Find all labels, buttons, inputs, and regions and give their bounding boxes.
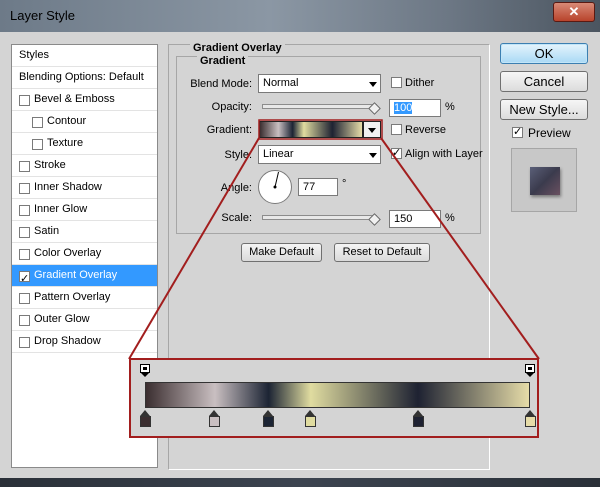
group-title: Gradient: [197, 55, 249, 67]
styles-item-pattern-overlay[interactable]: Pattern Overlay: [12, 287, 157, 309]
preview-checkbox[interactable]: [512, 125, 523, 138]
styles-item-label: Styles: [19, 49, 49, 61]
style-checkbox[interactable]: [19, 269, 30, 290]
style-select[interactable]: Linear: [258, 145, 381, 164]
style-checkbox[interactable]: [19, 249, 30, 260]
color-stop[interactable]: [208, 410, 220, 428]
gradient-dropdown-button[interactable]: [363, 121, 381, 138]
styles-item-label: Stroke: [34, 159, 66, 171]
chevron-down-icon: [369, 153, 377, 158]
style-value: Linear: [263, 148, 294, 160]
styles-item-inner-glow[interactable]: Inner Glow: [12, 199, 157, 221]
style-checkbox[interactable]: [19, 95, 30, 106]
style-label: Style:: [224, 149, 252, 161]
style-checkbox[interactable]: [19, 293, 30, 304]
gradient-editor: [129, 358, 539, 438]
make-default-button[interactable]: Make Default: [241, 243, 322, 262]
style-checkbox[interactable]: [19, 227, 30, 238]
style-checkbox[interactable]: [19, 183, 30, 194]
styles-item-label: Outer Glow: [34, 313, 90, 325]
align-with-layer-checkbox[interactable]: [391, 146, 402, 159]
opacity-stop[interactable]: [525, 364, 535, 377]
opacity-stop[interactable]: [140, 364, 150, 377]
preview-thumbnail: [511, 148, 577, 212]
styles-item-bevel-emboss[interactable]: Bevel & Emboss: [12, 89, 157, 111]
styles-item-label: Bevel & Emboss: [34, 93, 115, 105]
ok-button[interactable]: OK: [500, 43, 588, 64]
color-stop[interactable]: [412, 410, 424, 428]
close-button[interactable]: ✕: [553, 2, 595, 22]
dither-label: Dither: [405, 77, 435, 89]
styles-item-contour[interactable]: Contour: [12, 111, 157, 133]
styles-item-label: Pattern Overlay: [34, 291, 111, 303]
reverse-checkbox[interactable]: [391, 124, 402, 135]
style-checkbox[interactable]: [19, 315, 30, 326]
angle-dial[interactable]: [258, 170, 292, 204]
align-with-layer-label: Align with Layer: [405, 148, 483, 160]
styles-item-label: Gradient Overlay: [34, 269, 118, 281]
blend-mode-label: Blend Mode:: [190, 78, 252, 90]
gradient-bar[interactable]: [145, 382, 530, 408]
angle-unit: °: [342, 178, 347, 190]
window-bottom-edge: [0, 478, 600, 487]
styles-item-inner-shadow[interactable]: Inner Shadow: [12, 177, 157, 199]
reset-to-default-button[interactable]: Reset to Default: [334, 243, 430, 262]
style-checkbox[interactable]: [19, 205, 30, 216]
styles-item-label: Contour: [47, 115, 87, 127]
blend-mode-value: Normal: [263, 77, 299, 89]
angle-input[interactable]: 77: [298, 178, 338, 196]
chevron-down-icon: [369, 82, 377, 87]
opacity-input[interactable]: 100: [389, 99, 441, 117]
scale-input[interactable]: 150: [389, 210, 441, 228]
styles-item-satin[interactable]: Satin: [12, 221, 157, 243]
new-style-button[interactable]: New Style...: [500, 99, 588, 120]
opacity-unit: %: [445, 101, 455, 113]
styles-item-label: Drop Shadow: [34, 335, 101, 347]
styles-item-drop-shadow[interactable]: Drop Shadow: [12, 331, 157, 353]
reverse-label: Reverse: [405, 124, 446, 136]
styles-item-blending-options-default[interactable]: Blending Options: Default: [12, 67, 157, 89]
dither-checkbox[interactable]: [391, 77, 402, 88]
style-checkbox[interactable]: [19, 161, 30, 172]
styles-item-label: Texture: [47, 137, 84, 149]
layer-style-dialog: Layer Style ✕ Styles Blending Options: De…: [0, 0, 600, 487]
styles-item-color-overlay[interactable]: Color Overlay: [12, 243, 157, 265]
color-stop[interactable]: [305, 410, 317, 428]
styles-item-label: Color Overlay: [34, 247, 102, 259]
styles-item-label: Satin: [34, 225, 60, 237]
opacity-slider[interactable]: [262, 102, 381, 115]
window-title: Layer Style: [10, 8, 76, 23]
scale-label: Scale:: [221, 212, 252, 224]
gradient-label: Gradient:: [206, 124, 252, 136]
opacity-value: 100: [394, 102, 413, 114]
scale-slider[interactable]: [262, 213, 381, 226]
styles-item-label: Inner Glow: [34, 203, 88, 215]
styles-item-label: Inner Shadow: [34, 181, 102, 193]
scale-value: 150: [394, 213, 413, 225]
title-bar: Layer Style ✕: [0, 0, 600, 32]
preview-swatch: [530, 167, 560, 195]
color-stop[interactable]: [139, 410, 151, 428]
styles-item-texture[interactable]: Texture: [12, 133, 157, 155]
angle-value: 77: [303, 181, 316, 193]
styles-item-label: Blending Options: Default: [19, 71, 144, 83]
cancel-button[interactable]: Cancel: [500, 71, 588, 92]
style-checkbox[interactable]: [32, 139, 43, 150]
color-stop[interactable]: [262, 410, 274, 428]
blend-mode-select[interactable]: Normal: [258, 74, 381, 93]
styles-item-outer-glow[interactable]: Outer Glow: [12, 309, 157, 331]
scale-unit: %: [445, 212, 455, 224]
panel-title: Gradient Overlay: [190, 42, 285, 54]
styles-item-stroke[interactable]: Stroke: [12, 155, 157, 177]
color-stop[interactable]: [524, 410, 536, 428]
angle-label: Angle:: [220, 182, 252, 194]
styles-item-gradient-overlay[interactable]: Gradient Overlay: [12, 265, 157, 290]
opacity-label: Opacity:: [211, 101, 252, 113]
preview-label: Preview: [528, 126, 571, 140]
chevron-down-icon: [368, 128, 376, 133]
style-checkbox[interactable]: [32, 117, 43, 128]
styles-item-styles[interactable]: Styles: [12, 45, 157, 67]
gradient-picker[interactable]: [259, 121, 363, 138]
style-checkbox[interactable]: [19, 337, 30, 348]
